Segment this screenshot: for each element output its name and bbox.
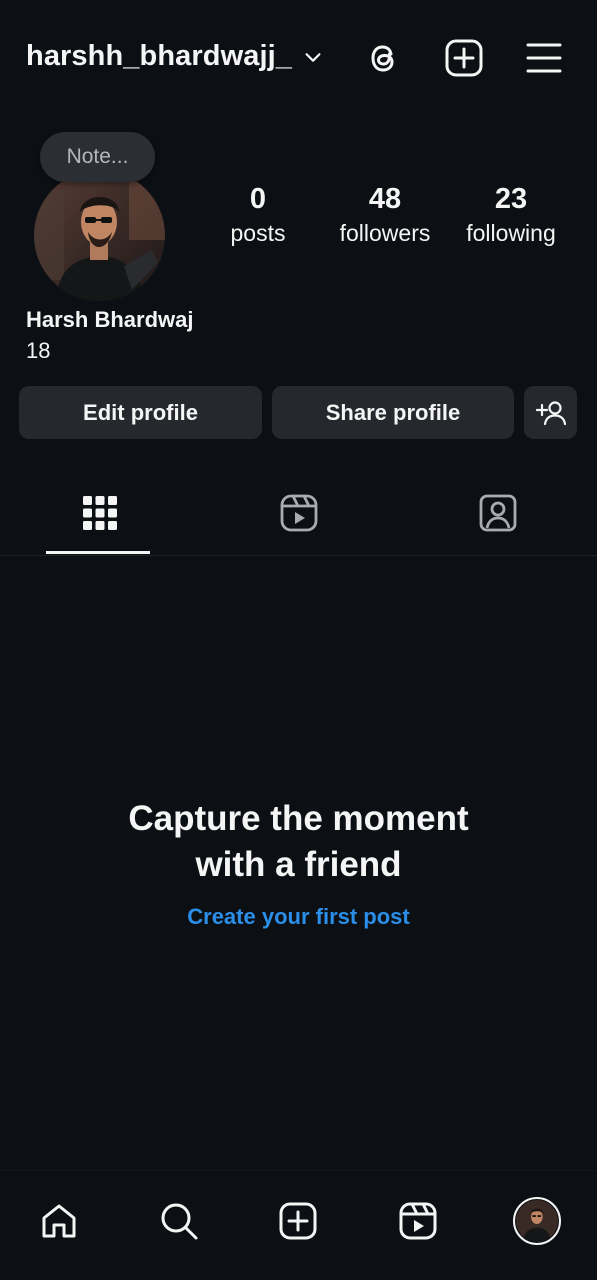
empty-title-line-1: Capture the moment xyxy=(128,799,469,838)
create-first-post-link[interactable]: Create your first post xyxy=(0,904,597,930)
reels-icon xyxy=(280,494,318,532)
active-tab-indicator xyxy=(46,551,150,554)
nav-profile[interactable] xyxy=(507,1191,567,1251)
profile-tabs xyxy=(0,470,597,556)
menu-icon[interactable] xyxy=(524,38,564,78)
tab-posts-grid[interactable] xyxy=(0,470,199,556)
tagged-icon xyxy=(479,494,517,532)
tab-tagged[interactable] xyxy=(398,470,597,556)
account-switcher[interactable]: harshh_bhardwajj_ xyxy=(26,40,324,73)
stat-following[interactable]: 23 following xyxy=(446,182,576,250)
stat-label: posts xyxy=(230,220,286,246)
create-icon[interactable] xyxy=(444,38,484,78)
add-person-icon xyxy=(535,400,566,426)
stat-followers[interactable]: 48 followers xyxy=(320,182,450,250)
share-profile-label: Share profile xyxy=(325,399,461,425)
note-bubble[interactable]: Note... xyxy=(40,132,155,182)
empty-state-title: Capture the moment with a friend xyxy=(0,796,597,888)
username: harshh_bhardwajj_ xyxy=(26,40,292,72)
reels-icon xyxy=(399,1202,437,1240)
home-icon xyxy=(39,1201,79,1241)
tab-reels[interactable] xyxy=(199,470,398,556)
bottom-nav xyxy=(0,1170,597,1280)
create-icon xyxy=(279,1202,317,1240)
edit-profile-button[interactable]: Edit profile xyxy=(19,386,262,439)
top-bar: harshh_bhardwajj_ xyxy=(0,0,597,118)
stat-posts: 0 posts xyxy=(193,182,323,250)
search-icon xyxy=(159,1201,199,1241)
nav-create[interactable] xyxy=(268,1191,328,1251)
stat-label: following xyxy=(466,220,556,246)
chevron-down-icon xyxy=(302,46,324,68)
threads-icon[interactable] xyxy=(364,38,404,78)
empty-title-line-2: with a friend xyxy=(195,845,402,884)
nav-search[interactable] xyxy=(149,1191,209,1251)
discover-people-button[interactable] xyxy=(524,386,577,439)
profile-avatar-small xyxy=(513,1197,561,1245)
edit-profile-label: Edit profile xyxy=(83,399,198,425)
stat-value: 0 xyxy=(249,183,267,215)
stat-value: 23 xyxy=(494,183,528,215)
profile-avatar[interactable] xyxy=(34,170,165,301)
bio: 18 xyxy=(26,338,51,363)
nav-home[interactable] xyxy=(29,1191,89,1251)
stat-label: followers xyxy=(339,220,431,246)
nav-reels[interactable] xyxy=(388,1191,448,1251)
note-placeholder: Note... xyxy=(66,145,129,168)
stat-value: 48 xyxy=(368,183,402,215)
full-name: Harsh Bhardwaj xyxy=(26,307,194,332)
grid-icon xyxy=(82,495,118,531)
share-profile-button[interactable]: Share profile xyxy=(272,386,514,439)
